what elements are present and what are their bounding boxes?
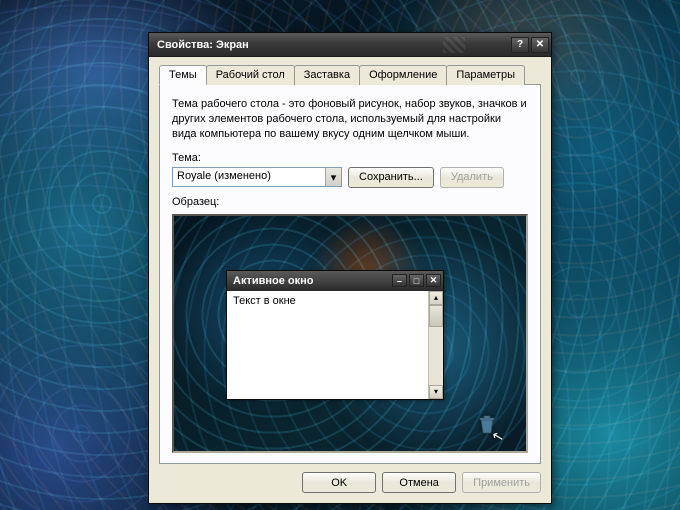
sample-body: Текст в окне ▴ ▾ xyxy=(227,291,443,399)
theme-combobox-dropdown[interactable]: ▾ xyxy=(325,168,341,186)
titlebar-gripper xyxy=(443,37,465,53)
theme-combobox-value: Royale (изменено) xyxy=(173,168,325,186)
save-theme-button[interactable]: Сохранить... xyxy=(348,167,434,188)
tab-screensaver[interactable]: Заставка xyxy=(294,65,360,85)
sample-close-button: ✕ xyxy=(426,274,441,287)
tab-desktop[interactable]: Рабочий стол xyxy=(206,65,295,85)
dialog-button-row: OK Отмена Применить xyxy=(159,464,541,493)
delete-theme-button: Удалить xyxy=(440,167,504,188)
theme-combobox[interactable]: Royale (изменено) ▾ xyxy=(172,167,342,187)
sample-label: Образец: xyxy=(172,196,528,208)
sample-scrollbar: ▴ ▾ xyxy=(428,291,443,399)
maximize-icon: □ xyxy=(414,276,419,286)
ok-button[interactable]: OK xyxy=(302,472,376,493)
titlebar[interactable]: Свойства: Экран ? ✕ xyxy=(149,33,551,57)
client-area: Темы Рабочий стол Заставка Оформление Па… xyxy=(149,57,551,503)
scroll-thumb xyxy=(429,305,443,327)
window-title: Свойства: Экран xyxy=(157,39,443,51)
apply-button: Применить xyxy=(462,472,541,493)
scroll-track xyxy=(429,327,443,385)
sample-active-window: Активное окно – □ ✕ Текст в окне ▴ ▾ xyxy=(226,270,444,400)
close-button[interactable]: ✕ xyxy=(531,37,549,53)
theme-label: Тема: xyxy=(172,152,528,164)
scroll-up-icon: ▴ xyxy=(429,291,443,305)
tab-themes[interactable]: Темы xyxy=(159,65,207,85)
tab-appearance[interactable]: Оформление xyxy=(359,65,447,85)
display-properties-dialog: Свойства: Экран ? ✕ Темы Рабочий стол За… xyxy=(148,32,552,504)
chevron-down-icon: ▾ xyxy=(331,171,337,184)
close-icon: ✕ xyxy=(430,275,438,286)
theme-preview: Активное окно – □ ✕ Текст в окне ▴ ▾ xyxy=(172,214,528,453)
cancel-button[interactable]: Отмена xyxy=(382,472,456,493)
close-icon: ✕ xyxy=(536,39,544,50)
sample-body-text: Текст в окне xyxy=(227,291,428,399)
tab-page-themes: Тема рабочего стола - это фоновый рисуно… xyxy=(159,84,541,464)
sample-window-title: Активное окно xyxy=(233,275,390,287)
tab-strip: Темы Рабочий стол Заставка Оформление Па… xyxy=(159,65,541,85)
sample-maximize-button: □ xyxy=(409,274,424,287)
sample-minimize-button: – xyxy=(392,274,407,287)
tab-settings[interactable]: Параметры xyxy=(446,65,525,85)
minimize-icon: – xyxy=(397,276,402,286)
theme-description: Тема рабочего стола - это фоновый рисуно… xyxy=(172,97,528,142)
theme-row: Royale (изменено) ▾ Сохранить... Удалить xyxy=(172,167,528,188)
help-button[interactable]: ? xyxy=(511,37,529,53)
sample-titlebar: Активное окно – □ ✕ xyxy=(227,271,443,291)
scroll-down-icon: ▾ xyxy=(429,385,443,399)
